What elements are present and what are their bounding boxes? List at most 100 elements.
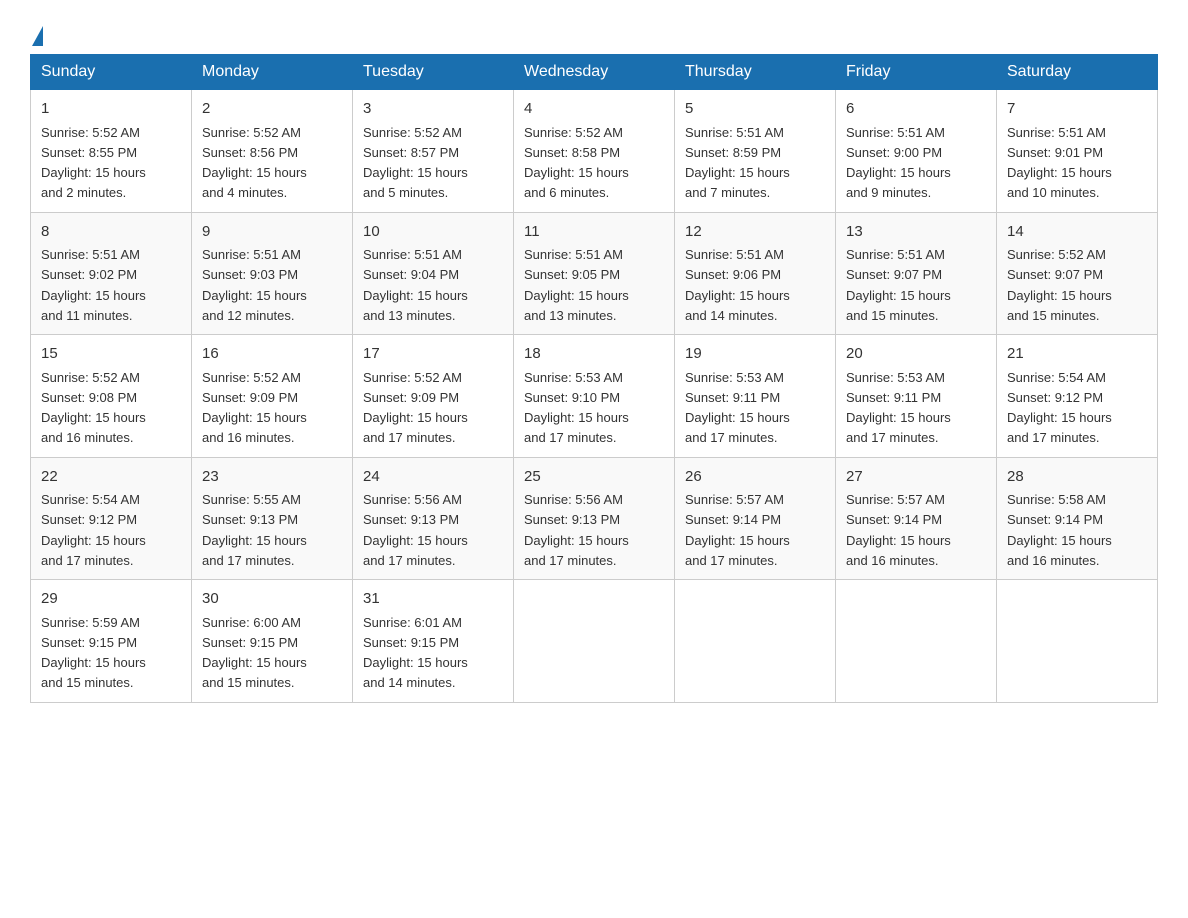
calendar-header: SundayMondayTuesdayWednesdayThursdayFrid… [31, 55, 1158, 90]
calendar-cell: 12 Sunrise: 5:51 AMSunset: 9:06 PMDaylig… [675, 212, 836, 335]
day-number: 11 [524, 221, 664, 244]
calendar-cell: 11 Sunrise: 5:51 AMSunset: 9:05 PMDaylig… [514, 212, 675, 335]
day-info: Sunrise: 5:51 AMSunset: 9:00 PMDaylight:… [846, 125, 951, 201]
calendar-cell: 8 Sunrise: 5:51 AMSunset: 9:02 PMDayligh… [31, 212, 192, 335]
day-number: 10 [363, 221, 503, 244]
day-header-wednesday: Wednesday [514, 55, 675, 90]
day-number: 28 [1007, 466, 1147, 489]
calendar-cell [675, 580, 836, 703]
day-info: Sunrise: 5:56 AMSunset: 9:13 PMDaylight:… [524, 492, 629, 568]
day-info: Sunrise: 5:54 AMSunset: 9:12 PMDaylight:… [41, 492, 146, 568]
calendar-cell: 14 Sunrise: 5:52 AMSunset: 9:07 PMDaylig… [997, 212, 1158, 335]
calendar-cell: 20 Sunrise: 5:53 AMSunset: 9:11 PMDaylig… [836, 335, 997, 458]
calendar-cell: 18 Sunrise: 5:53 AMSunset: 9:10 PMDaylig… [514, 335, 675, 458]
calendar-cell [836, 580, 997, 703]
day-number: 17 [363, 343, 503, 366]
day-info: Sunrise: 5:58 AMSunset: 9:14 PMDaylight:… [1007, 492, 1112, 568]
day-number: 2 [202, 98, 342, 121]
day-header-friday: Friday [836, 55, 997, 90]
day-number: 20 [846, 343, 986, 366]
day-info: Sunrise: 5:54 AMSunset: 9:12 PMDaylight:… [1007, 370, 1112, 446]
day-number: 27 [846, 466, 986, 489]
day-number: 5 [685, 98, 825, 121]
calendar-cell [514, 580, 675, 703]
day-header-monday: Monday [192, 55, 353, 90]
calendar-cell: 7 Sunrise: 5:51 AMSunset: 9:01 PMDayligh… [997, 90, 1158, 213]
day-number: 29 [41, 588, 181, 611]
calendar-cell: 21 Sunrise: 5:54 AMSunset: 9:12 PMDaylig… [997, 335, 1158, 458]
calendar-cell: 31 Sunrise: 6:01 AMSunset: 9:15 PMDaylig… [353, 580, 514, 703]
calendar-cell: 5 Sunrise: 5:51 AMSunset: 8:59 PMDayligh… [675, 90, 836, 213]
day-info: Sunrise: 5:52 AMSunset: 9:07 PMDaylight:… [1007, 247, 1112, 323]
day-info: Sunrise: 5:53 AMSunset: 9:11 PMDaylight:… [846, 370, 951, 446]
calendar-cell: 19 Sunrise: 5:53 AMSunset: 9:11 PMDaylig… [675, 335, 836, 458]
calendar-week-4: 22 Sunrise: 5:54 AMSunset: 9:12 PMDaylig… [31, 457, 1158, 580]
calendar-cell: 28 Sunrise: 5:58 AMSunset: 9:14 PMDaylig… [997, 457, 1158, 580]
day-info: Sunrise: 5:51 AMSunset: 9:04 PMDaylight:… [363, 247, 468, 323]
day-number: 18 [524, 343, 664, 366]
day-number: 19 [685, 343, 825, 366]
day-info: Sunrise: 5:57 AMSunset: 9:14 PMDaylight:… [685, 492, 790, 568]
day-info: Sunrise: 5:51 AMSunset: 9:07 PMDaylight:… [846, 247, 951, 323]
day-info: Sunrise: 5:52 AMSunset: 9:08 PMDaylight:… [41, 370, 146, 446]
day-info: Sunrise: 5:51 AMSunset: 9:01 PMDaylight:… [1007, 125, 1112, 201]
day-number: 6 [846, 98, 986, 121]
day-number: 26 [685, 466, 825, 489]
day-info: Sunrise: 6:00 AMSunset: 9:15 PMDaylight:… [202, 615, 307, 691]
day-info: Sunrise: 5:51 AMSunset: 9:06 PMDaylight:… [685, 247, 790, 323]
day-number: 13 [846, 221, 986, 244]
day-number: 16 [202, 343, 342, 366]
day-number: 4 [524, 98, 664, 121]
calendar-week-3: 15 Sunrise: 5:52 AMSunset: 9:08 PMDaylig… [31, 335, 1158, 458]
calendar-cell: 23 Sunrise: 5:55 AMSunset: 9:13 PMDaylig… [192, 457, 353, 580]
day-info: Sunrise: 5:57 AMSunset: 9:14 PMDaylight:… [846, 492, 951, 568]
calendar-cell: 16 Sunrise: 5:52 AMSunset: 9:09 PMDaylig… [192, 335, 353, 458]
day-info: Sunrise: 5:51 AMSunset: 9:03 PMDaylight:… [202, 247, 307, 323]
day-info: Sunrise: 5:59 AMSunset: 9:15 PMDaylight:… [41, 615, 146, 691]
calendar-cell: 27 Sunrise: 5:57 AMSunset: 9:14 PMDaylig… [836, 457, 997, 580]
day-info: Sunrise: 5:52 AMSunset: 8:57 PMDaylight:… [363, 125, 468, 201]
day-number: 22 [41, 466, 181, 489]
calendar-cell: 22 Sunrise: 5:54 AMSunset: 9:12 PMDaylig… [31, 457, 192, 580]
page-header [30, 24, 1158, 44]
day-info: Sunrise: 5:52 AMSunset: 8:56 PMDaylight:… [202, 125, 307, 201]
calendar-cell: 17 Sunrise: 5:52 AMSunset: 9:09 PMDaylig… [353, 335, 514, 458]
calendar-cell: 6 Sunrise: 5:51 AMSunset: 9:00 PMDayligh… [836, 90, 997, 213]
day-number: 25 [524, 466, 664, 489]
day-number: 14 [1007, 221, 1147, 244]
calendar-week-5: 29 Sunrise: 5:59 AMSunset: 9:15 PMDaylig… [31, 580, 1158, 703]
calendar-cell: 26 Sunrise: 5:57 AMSunset: 9:14 PMDaylig… [675, 457, 836, 580]
days-of-week-row: SundayMondayTuesdayWednesdayThursdayFrid… [31, 55, 1158, 90]
day-info: Sunrise: 5:55 AMSunset: 9:13 PMDaylight:… [202, 492, 307, 568]
day-number: 21 [1007, 343, 1147, 366]
day-info: Sunrise: 5:52 AMSunset: 8:55 PMDaylight:… [41, 125, 146, 201]
day-info: Sunrise: 6:01 AMSunset: 9:15 PMDaylight:… [363, 615, 468, 691]
day-number: 24 [363, 466, 503, 489]
day-info: Sunrise: 5:52 AMSunset: 9:09 PMDaylight:… [202, 370, 307, 446]
calendar-week-2: 8 Sunrise: 5:51 AMSunset: 9:02 PMDayligh… [31, 212, 1158, 335]
calendar-table: SundayMondayTuesdayWednesdayThursdayFrid… [30, 54, 1158, 703]
calendar-cell: 2 Sunrise: 5:52 AMSunset: 8:56 PMDayligh… [192, 90, 353, 213]
day-number: 23 [202, 466, 342, 489]
calendar-cell: 30 Sunrise: 6:00 AMSunset: 9:15 PMDaylig… [192, 580, 353, 703]
calendar-cell: 15 Sunrise: 5:52 AMSunset: 9:08 PMDaylig… [31, 335, 192, 458]
day-number: 31 [363, 588, 503, 611]
calendar-cell: 13 Sunrise: 5:51 AMSunset: 9:07 PMDaylig… [836, 212, 997, 335]
day-info: Sunrise: 5:56 AMSunset: 9:13 PMDaylight:… [363, 492, 468, 568]
calendar-cell: 1 Sunrise: 5:52 AMSunset: 8:55 PMDayligh… [31, 90, 192, 213]
logo-triangle-icon [32, 26, 43, 46]
day-number: 1 [41, 98, 181, 121]
calendar-body: 1 Sunrise: 5:52 AMSunset: 8:55 PMDayligh… [31, 90, 1158, 703]
day-info: Sunrise: 5:52 AMSunset: 8:58 PMDaylight:… [524, 125, 629, 201]
day-number: 30 [202, 588, 342, 611]
calendar-cell: 29 Sunrise: 5:59 AMSunset: 9:15 PMDaylig… [31, 580, 192, 703]
day-info: Sunrise: 5:51 AMSunset: 8:59 PMDaylight:… [685, 125, 790, 201]
day-number: 12 [685, 221, 825, 244]
day-header-sunday: Sunday [31, 55, 192, 90]
day-info: Sunrise: 5:51 AMSunset: 9:05 PMDaylight:… [524, 247, 629, 323]
day-header-thursday: Thursday [675, 55, 836, 90]
day-header-saturday: Saturday [997, 55, 1158, 90]
day-info: Sunrise: 5:53 AMSunset: 9:10 PMDaylight:… [524, 370, 629, 446]
day-number: 9 [202, 221, 342, 244]
calendar-cell: 3 Sunrise: 5:52 AMSunset: 8:57 PMDayligh… [353, 90, 514, 213]
